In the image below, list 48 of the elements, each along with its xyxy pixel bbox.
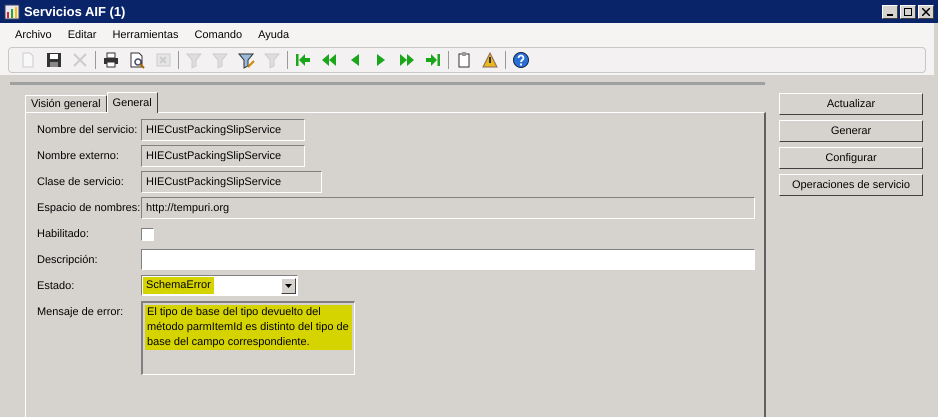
printer-icon[interactable]	[102, 51, 120, 69]
rewind-icon[interactable]	[320, 51, 338, 69]
menu-item[interactable]: Comando	[194, 26, 242, 44]
menu-item[interactable]: Herramientas	[112, 26, 178, 44]
warning-icon[interactable]	[481, 51, 499, 69]
read-only-field[interactable]: HIECustPackingSlipService	[141, 145, 305, 167]
input-field[interactable]	[141, 249, 755, 270]
help-icon[interactable]	[512, 51, 530, 69]
field-label: Estado:	[37, 279, 76, 294]
close-icon	[922, 8, 930, 16]
checkbox[interactable]	[141, 228, 154, 240]
read-only-field[interactable]: HIECustPackingSlipService	[141, 119, 305, 141]
tab[interactable]: Visión general	[25, 95, 107, 112]
read-only-field[interactable]: HIECustPackingSlipService	[141, 171, 322, 193]
field-label: Nombre externo:	[37, 149, 120, 164]
field-label: Habilitado:	[37, 227, 90, 242]
dropdown-value: SchemaError	[143, 277, 214, 294]
caret-icon	[285, 284, 292, 288]
maximize-icon	[904, 8, 912, 16]
action-button[interactable]: Generar	[779, 120, 923, 142]
menu-item[interactable]: Editar	[68, 26, 96, 44]
dropdown-arrow-button[interactable]	[281, 278, 296, 294]
field-label: Descripción:	[37, 253, 99, 268]
field-label: Espacio de nombres:	[37, 201, 141, 216]
maximize-button[interactable]	[900, 4, 916, 18]
save-icon[interactable]	[45, 51, 63, 69]
error-message: El tipo de base del tipo devuelto del método parmItemId es distinto del tipo de base del campo correspondiente.	[145, 305, 352, 350]
action-button[interactable]: Actualizar	[779, 93, 923, 115]
fast-forward-icon[interactable]	[398, 51, 416, 69]
tab[interactable]: General	[106, 92, 158, 113]
last-record-icon[interactable]	[424, 51, 442, 69]
read-only-field[interactable]: http://tempuri.org	[141, 197, 755, 219]
minimize-icon	[887, 14, 893, 16]
menu-item[interactable]: Ayuda	[258, 26, 290, 44]
window-title: Servicios AIF (1)	[24, 2, 126, 21]
field-label: Clase de servicio:	[37, 175, 125, 190]
first-record-icon[interactable]	[294, 51, 312, 69]
minimize-button[interactable]	[882, 4, 898, 18]
action-button[interactable]: Configurar	[779, 147, 923, 169]
field-label: Mensaje de error:	[37, 305, 124, 320]
app-icon	[4, 4, 20, 20]
action-button[interactable]: Operaciones de servicio	[779, 174, 923, 196]
dropdown[interactable]: SchemaError	[141, 275, 298, 296]
filter-icon[interactable]	[237, 51, 255, 69]
preview-icon[interactable]	[128, 51, 146, 69]
close-button[interactable]	[918, 4, 934, 18]
field-label: Nombre del servicio:	[37, 123, 138, 138]
menu-item[interactable]: Archivo	[15, 26, 52, 44]
